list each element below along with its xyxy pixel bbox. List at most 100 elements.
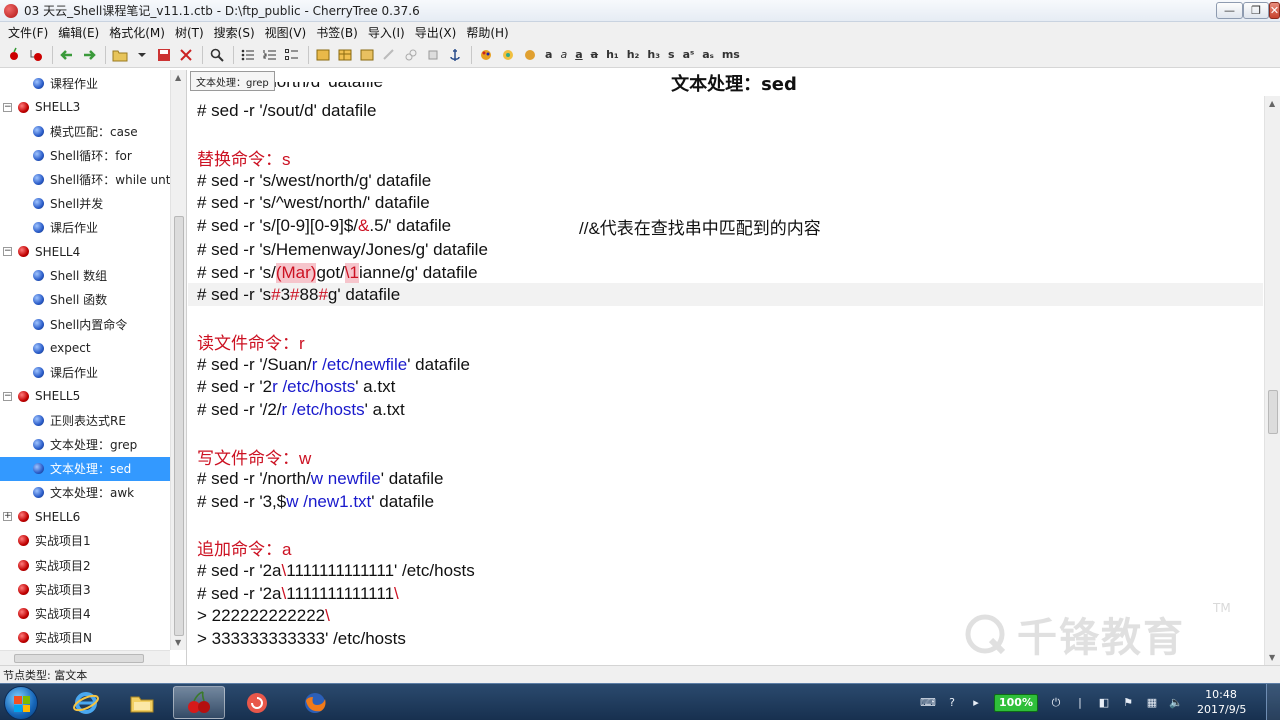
tree-node-child[interactable]: 文本处理：awk [0,481,170,505]
monospace-button[interactable]: ms [719,45,743,65]
minimize-button[interactable]: — [1216,2,1243,19]
go-back-icon[interactable] [57,45,77,65]
rich-text-editor[interactable]: 文本处理：sed # sed -r '/north/d' datafile # … [188,70,1280,665]
tree-node-top[interactable]: + SHELL6 [0,505,170,529]
battery-indicator[interactable]: 100% [994,693,1038,712]
underline-button[interactable]: a [572,45,585,65]
taskbar-firefox[interactable] [289,686,341,719]
expand-icon[interactable]: + [3,512,12,522]
tree-node-child[interactable]: 文本处理：grep [0,433,170,457]
tree-node-child[interactable]: expect [0,336,170,360]
menu-search[interactable]: 搜索(S) [210,24,259,41]
collapse-icon[interactable]: − [3,247,12,257]
power-plug-icon[interactable]: ⏻ [1048,695,1064,711]
collapse-icon[interactable]: − [3,391,12,401]
go-forward-icon[interactable] [79,45,99,65]
tree-node-child[interactable]: 文本处理：sed [0,456,170,481]
input-method-icon[interactable]: ◧ [1096,695,1112,711]
insert-link-icon[interactable] [401,45,421,65]
superscript-button[interactable]: aˢ [680,45,698,65]
anchor-icon[interactable] [445,45,465,65]
menu-view[interactable]: 视图(V) [261,24,311,41]
help-icon[interactable]: ? [944,695,960,711]
open-folder-icon[interactable] [110,45,130,65]
tree-node-top[interactable]: 实战项目N [0,625,170,649]
todo-list-icon[interactable] [282,45,302,65]
close-button[interactable]: ✕ [1269,2,1280,19]
tree-hscroll-thumb[interactable] [14,654,144,663]
menu-help[interactable]: 帮助(H) [462,24,512,41]
italic-button[interactable]: a [557,45,570,65]
scroll-down-arrow-icon[interactable]: ▼ [175,638,181,647]
menu-tree[interactable]: 树(T) [171,24,208,41]
heading-3-button[interactable]: h₃ [644,45,663,65]
keyboard-icon[interactable]: ⌨ [920,695,936,711]
save-icon[interactable] [154,45,174,65]
tree-node-top[interactable]: − SHELL4 [0,240,170,264]
special-char-icon[interactable] [423,45,443,65]
scroll-down-arrow-icon[interactable]: ▼ [1269,653,1275,662]
scroll-up-arrow-icon[interactable]: ▲ [175,73,181,82]
heading-2-button[interactable]: h₂ [624,45,643,65]
tree-node-child[interactable]: Shell循环：for [0,143,170,167]
taskbar-file-explorer[interactable] [116,686,168,719]
menu-edit[interactable]: 编辑(E) [54,24,103,41]
add-node-icon[interactable] [4,45,24,65]
bold-button[interactable]: a [542,45,555,65]
menu-import[interactable]: 导入(I) [364,24,409,41]
tree-node-top[interactable]: 实战项目1 [0,529,170,553]
tree-node-child[interactable]: 课后作业 [0,216,170,240]
tree-node-top[interactable]: 实战项目2 [0,553,170,577]
show-desktop-button[interactable] [1266,684,1280,720]
export-pdf-icon[interactable] [176,45,196,65]
taskbar-app-snail[interactable] [231,686,283,719]
menu-file[interactable]: 文件(F) [4,24,52,41]
editor-scroll-thumb[interactable] [1268,390,1278,434]
tree-scroll-thumb[interactable] [174,216,184,636]
tree-node-child[interactable]: Shell 数组 [0,264,170,288]
dropdown-arrow-icon[interactable] [132,45,152,65]
tree-node-top[interactable]: − SHELL3 [0,95,170,119]
text-color-icon[interactable] [476,45,496,65]
maximize-button[interactable]: ❐ [1243,2,1269,19]
volume-icon[interactable]: 🔈 [1168,695,1184,711]
tree-horizontal-scrollbar[interactable] [0,650,170,665]
action-center-icon[interactable]: ⚑ [1120,695,1136,711]
tree-node-child[interactable]: Shell内置命令 [0,312,170,336]
small-button[interactable]: s [665,45,678,65]
tree-node-child[interactable]: 课后作业 [0,360,170,384]
add-subnode-icon[interactable] [26,45,46,65]
numbered-list-icon[interactable] [260,45,280,65]
strikethrough-button[interactable]: a [588,45,601,65]
highlight-color-icon[interactable] [498,45,518,65]
heading-1-button[interactable]: h₁ [603,45,622,65]
tree-node-child[interactable]: 课程作业 [0,71,170,95]
taskbar-cherrytree[interactable] [173,686,225,719]
insert-anchor-icon[interactable] [379,45,399,65]
subscript-button[interactable]: aₛ [699,45,717,65]
tree-node-top[interactable]: − SHELL5 [0,384,170,408]
network-icon[interactable]: ▦ [1144,695,1160,711]
tray-arrow-icon[interactable]: ▸ [968,695,984,711]
editor-vertical-scrollbar[interactable]: ▲ ▼ [1264,96,1280,665]
insert-codebox-icon[interactable] [357,45,377,65]
tree-node-child[interactable]: Shell并发 [0,192,170,216]
tree-node-child[interactable]: 正则表达式RE [0,408,170,432]
taskbar-internet-explorer[interactable] [60,686,112,719]
remove-format-icon[interactable] [520,45,540,65]
insert-image-icon[interactable] [313,45,333,65]
collapse-icon[interactable]: − [3,102,12,112]
menu-bookmarks[interactable]: 书签(B) [312,24,362,41]
tree-vertical-scrollbar[interactable]: ▲ ▼ [170,70,186,650]
bulleted-list-icon[interactable] [238,45,258,65]
taskbar-clock[interactable]: 10:48 2017/9/5 [1197,687,1246,717]
start-button[interactable] [4,686,38,720]
scroll-up-arrow-icon[interactable]: ▲ [1269,99,1275,108]
search-icon[interactable] [207,45,227,65]
tree-node-top[interactable]: 实战项目4 [0,601,170,625]
tree-node-child[interactable]: Shell 函数 [0,288,170,312]
insert-table-icon[interactable] [335,45,355,65]
menu-format[interactable]: 格式化(M) [105,24,169,41]
menu-export[interactable]: 导出(X) [411,24,461,41]
tree-node-child[interactable]: 模式匹配：case [0,119,170,143]
